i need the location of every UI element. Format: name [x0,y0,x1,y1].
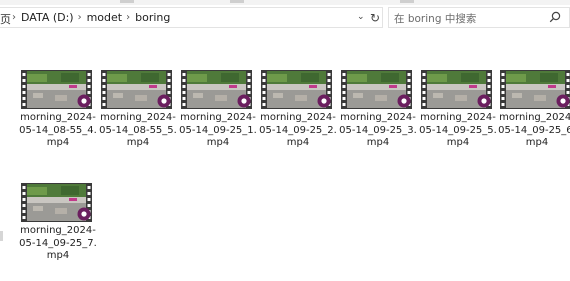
media-player-badge-icon [77,94,91,108]
film-strip-icon [341,70,412,109]
file-name: morning_2024- 05-14_08-55_5. mp4 [99,112,177,148]
media-player-badge-icon [317,94,331,108]
breadcrumb: › DATA (D:) › modet › boring [8,11,170,24]
search-icon[interactable] [549,11,561,23]
chevron-right-icon[interactable]: › [12,12,16,23]
media-player-badge-icon [556,94,570,108]
breadcrumb-modet[interactable]: modet [87,11,123,24]
film-strip-icon [21,70,92,109]
media-player-badge-icon [477,94,491,108]
breadcrumb-data-drive[interactable]: DATA (D:) [21,11,74,24]
file-name: morning_2024- 05-14_09-25_5. mp4 [419,112,497,148]
film-strip-icon [261,70,332,109]
file-name: morning_2024- 05-14_09-25_2. mp4 [259,112,337,148]
film-strip-icon [101,70,172,109]
search-input[interactable]: 在 boring 中搜索 [394,11,476,26]
chevron-right-icon[interactable]: › [78,12,82,23]
scroll-marker [0,231,3,241]
file-name: morning_2024- 05-14_09-25_7. mp4 [19,225,97,261]
file-name: morning_2024- 05-14_08-55_4. mp4 [19,112,97,148]
file-name: morning_2024- 05-14_09-25_1. mp4 [179,112,257,148]
media-player-badge-icon [237,94,251,108]
film-strip-icon [181,70,252,109]
refresh-icon[interactable]: ↻ [370,11,380,25]
address-bar[interactable]: 页 › DATA (D:) › modet › boring ⌄ ↻ [0,7,383,28]
file-name: morning_2024- 05-14_09-25_6. mp4 [498,112,570,148]
media-player-badge-icon [77,207,91,221]
chevron-right-icon[interactable]: › [126,12,130,23]
ribbon-remnant [0,0,570,5]
address-bar-row: 页 › DATA (D:) › modet › boring ⌄ ↻ 在 bor… [0,6,570,30]
film-strip-icon [500,70,570,109]
chevron-down-icon[interactable]: ⌄ [357,12,365,22]
media-player-badge-icon [157,94,171,108]
film-strip-icon [421,70,492,109]
media-player-badge-icon [397,94,411,108]
search-box[interactable]: 在 boring 中搜索 [388,7,570,28]
breadcrumb-boring[interactable]: boring [135,11,170,24]
file-name: morning_2024- 05-14_09-25_3. mp4 [339,112,417,148]
film-strip-icon [21,183,92,222]
